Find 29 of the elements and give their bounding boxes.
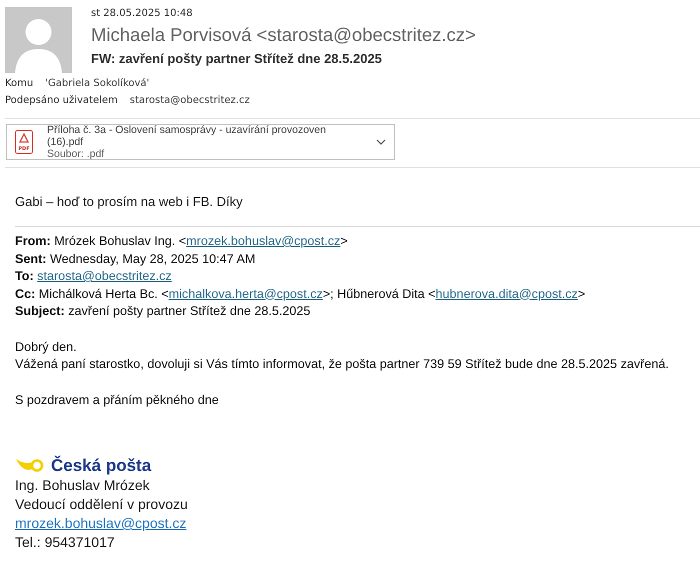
sender-name: Michaela Porvisová <starosta@obecstritez.cz>	[91, 24, 476, 46]
body-text: Vážená paní starostko, dovoluji si Vás tímto informovat, že pošta partner 739 59 Střítež bude dne 28.5.2025 zavřená.	[15, 356, 670, 373]
field-value: 'Gabriela Sokolíková'	[45, 78, 150, 89]
field-value: starosta@obecstritez.cz	[130, 95, 250, 106]
header-line: Cc: Michálková Herta Bc. <michalkova.herta@cpost.cz>; Hűbnerová Dita <hubnerova.dita@cpost.cz>	[15, 286, 586, 303]
note-text: Gabi – hoď to prosím na web i FB. Díky	[14, 193, 244, 209]
email-link[interactable]: hubnerova.dita@cpost.cz	[436, 286, 578, 300]
post-horn-icon	[15, 457, 45, 475]
field-label: Komu	[5, 78, 34, 89]
signature-line: Vedoucí oddělení v provozu	[15, 496, 188, 512]
message-date: st 28.05.2025 10:48	[91, 8, 194, 19]
header-line: To: starosta@obecstritez.cz	[15, 268, 173, 285]
body-text: Dobrý den.	[15, 338, 78, 356]
field-label: Podepsáno uživatelem	[5, 95, 118, 106]
header-line: From: Mrózek Bohuslav Ing. <mrozek.bohuslav@cpost.cz>	[15, 233, 349, 250]
email-link[interactable]: starosta@obecstritez.cz	[37, 269, 172, 283]
header-line: Subject: zavření pošty partner Střítež dne 28.5.2025	[15, 303, 312, 320]
header-line: Sent: Wednesday, May 28, 2025 10:47 AM	[15, 250, 256, 268]
closing-text: S pozdravem a přáním pěkného dne	[15, 392, 220, 409]
attachment-name: Příloha č. 3a - Oslovení samosprávy - uzavírání provozoven (16).pdf	[47, 124, 327, 148]
email-link[interactable]: mrozek.bohuslav@cpost.cz	[186, 234, 340, 248]
chevron-down-icon[interactable]	[376, 139, 386, 145]
email-link[interactable]: michalkova.herta@cpost.cz	[168, 286, 323, 300]
signature-line: Ing. Bohuslav Mrózek	[15, 477, 150, 493]
attachment-type: Soubor: .pdf	[47, 148, 106, 160]
logo-text: Česká pošta	[51, 456, 152, 476]
message-subject: FW: zavření pošty partner Střítež dne 28.5.2025	[91, 51, 383, 66]
signature-line: Tel.: 954371017	[15, 534, 115, 550]
email-link[interactable]: mrozek.bohuslav@cpost.cz	[15, 515, 186, 531]
